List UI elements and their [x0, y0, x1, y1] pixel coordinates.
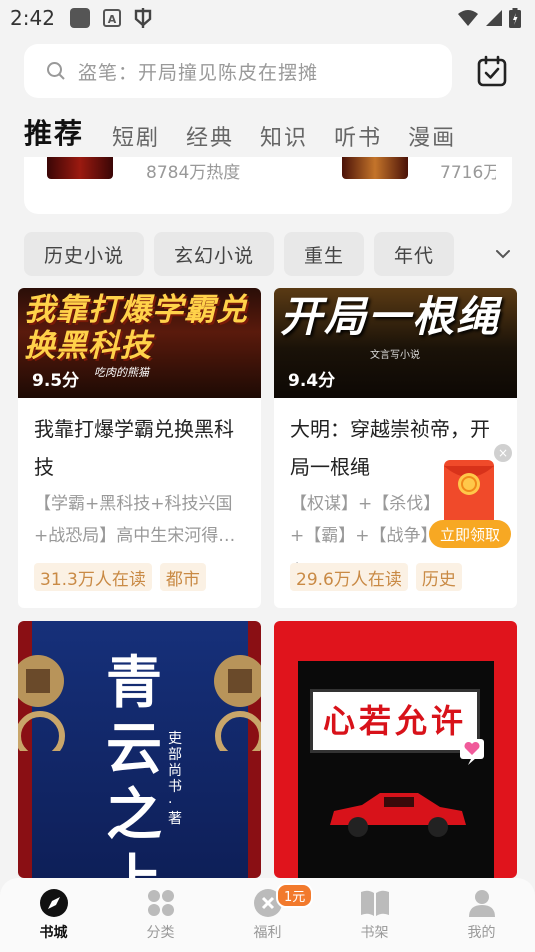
rank-heat-1: 8784万热度 — [146, 163, 241, 183]
book-card[interactable]: 心若允许 — [274, 621, 517, 878]
nav-label: 书架 — [360, 925, 389, 941]
status-right — [457, 8, 521, 28]
battery-icon — [509, 8, 521, 28]
rank-heat-2: 7716万 — [440, 163, 496, 183]
nav-category[interactable]: 分类 — [107, 878, 214, 952]
book-score: 9.5分 — [32, 371, 80, 391]
tab-knowledge[interactable]: 知识 — [260, 120, 308, 152]
chip-rebirth[interactable]: 重生 — [284, 232, 365, 276]
welfare-badge: 1元 — [276, 883, 314, 908]
heart-speech-icon — [460, 739, 484, 765]
search-icon — [47, 62, 65, 80]
nav-label: 我的 — [467, 925, 496, 941]
door-knocker-right-icon — [214, 655, 261, 751]
book-cover[interactable]: 我靠打爆学霸兑换黑科技 吃肉的熊猫 9.5分 — [18, 288, 261, 398]
book-score: 9.4分 — [288, 371, 336, 391]
book-icon — [360, 890, 389, 916]
nav-mine[interactable]: 我的 — [428, 878, 535, 952]
bottom-nav: 书城 分类 福利 1元 书架 我的 — [0, 878, 535, 952]
book-tags: 31.3万人在读 都市 — [34, 563, 206, 591]
svg-text:A: A — [108, 13, 117, 26]
cover-author: 文言写小说 — [370, 350, 420, 361]
red-packet-close-button[interactable]: × — [494, 444, 512, 462]
nav-bookstore[interactable]: 书城 — [0, 878, 107, 952]
nav-label: 书城 — [39, 925, 68, 941]
rank-cover-2[interactable] — [342, 157, 408, 179]
genre-chips: 历史小说 玄幻小说 重生 年代 — [24, 232, 455, 276]
readers-tag: 29.6万人在读 — [290, 563, 408, 591]
tab-short-drama[interactable]: 短剧 — [112, 120, 160, 152]
book-card[interactable]: 青云之上 吏部尚书·著 — [18, 621, 261, 878]
tab-classic[interactable]: 经典 — [186, 120, 234, 152]
cover-author: 吏部尚书·著 — [168, 731, 182, 827]
tab-audiobook[interactable]: 听书 — [334, 120, 382, 152]
signal-icon — [486, 10, 502, 26]
user-icon — [468, 890, 495, 917]
book-cover[interactable]: 心若允许 — [274, 621, 517, 878]
genre-tag: 历史 — [415, 563, 462, 591]
book-cover[interactable]: 开局一根绳 文言写小说 9.4分 — [274, 288, 517, 398]
compass-icon — [39, 889, 68, 917]
cover-title-text: 青云之上 — [106, 651, 162, 878]
nav-welfare[interactable]: 福利 1元 — [214, 878, 321, 952]
red-car-image — [330, 793, 466, 837]
ranking-card[interactable]: 8784万热度 7716万 — [24, 157, 512, 214]
category-icon — [147, 890, 174, 916]
genre-tag: 都市 — [159, 563, 206, 591]
calendar-check-icon — [477, 55, 507, 87]
status-bar: 2:42 A — [0, 0, 535, 36]
chevron-down-icon[interactable] — [493, 244, 513, 264]
status-time: 2:42 — [10, 6, 55, 30]
book-desc: 【学霸+黑科技+科技兴国+战恐局】高中生宋河得… — [34, 494, 236, 546]
wifi-icon — [458, 10, 478, 26]
tab-recommend[interactable]: 推荐 — [24, 112, 84, 152]
claim-now-button[interactable]: 立即领取 — [429, 520, 511, 548]
search-input[interactable]: 盗笔：开局撞见陈皮在摆摊 — [24, 44, 452, 98]
search-row: 盗笔：开局撞见陈皮在摆摊 — [24, 44, 512, 98]
cover-title-text: 我靠打爆学霸兑换黑科技 — [24, 292, 248, 364]
chip-era[interactable]: 年代 — [374, 232, 455, 276]
tab-comics[interactable]: 漫画 — [408, 120, 456, 152]
readers-tag: 31.3万人在读 — [34, 563, 152, 591]
book-cover[interactable]: 青云之上 吏部尚书·著 — [18, 621, 261, 878]
app-notification-icon — [69, 8, 90, 28]
checkin-calendar-button[interactable] — [472, 51, 512, 91]
book-card[interactable]: 我靠打爆学霸兑换黑科技 吃肉的熊猫 9.5分 我靠打爆学霸兑换黑科技 【学霸+黑… — [18, 288, 261, 608]
book-tags: 29.6万人在读 历史 — [290, 563, 462, 591]
font-notification-icon: A — [102, 9, 121, 27]
nav-bookshelf[interactable]: 书架 — [321, 878, 428, 952]
book-title: 我靠打爆学霸兑换黑科技 — [34, 417, 234, 479]
cover-title-text: 心若允许 — [310, 689, 480, 753]
door-knocker-left-icon — [18, 655, 65, 751]
rank-cover-1[interactable] — [47, 157, 113, 179]
debug-icon — [134, 8, 152, 28]
nav-label: 分类 — [146, 925, 175, 941]
chip-history-novel[interactable]: 历史小说 — [24, 232, 145, 276]
category-tabs: 推荐 短剧 经典 知识 听书 漫画 — [24, 106, 482, 152]
cover-title-text: 开局一根绳 — [280, 292, 501, 341]
nav-label: 福利 — [253, 925, 282, 941]
chip-fantasy-novel[interactable]: 玄幻小说 — [154, 232, 275, 276]
cover-author: 吃肉的熊猫 — [94, 366, 149, 379]
search-placeholder: 盗笔：开局撞见陈皮在摆摊 — [78, 61, 319, 84]
